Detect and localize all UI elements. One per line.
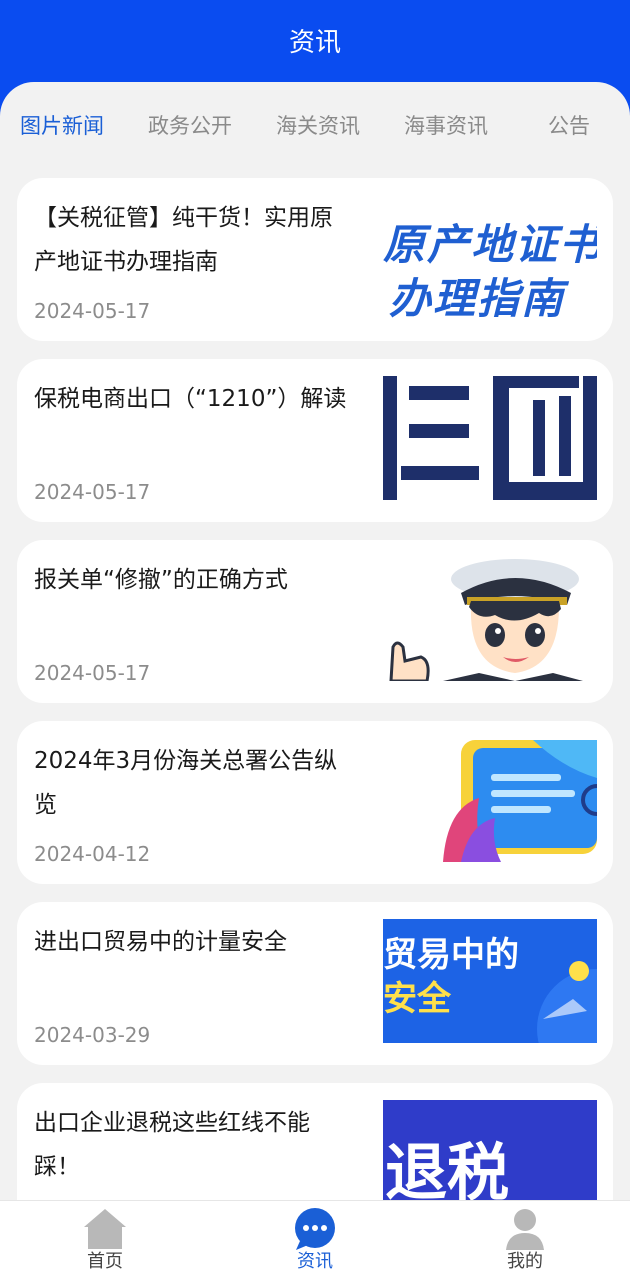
news-date: 2024-03-29 <box>34 1023 151 1047</box>
news-thumbnail <box>383 376 597 500</box>
thumbnail-caption: 原产地证书 <box>383 220 597 269</box>
news-card[interactable]: 报关单“修撤”的正确方式 2024-05-17 <box>17 540 613 703</box>
news-thumbnail <box>383 738 597 862</box>
content-sheet: 图片新闻 政务公开 海关资讯 海事资讯 公告 【关税征管】纯干货！实用原产地证书… <box>0 82 630 1280</box>
news-thumbnail: 贸易中的 安全 <box>383 919 597 1043</box>
news-date: 2024-05-17 <box>34 299 151 323</box>
tab-maritime-news[interactable]: 海事资讯 <box>404 110 488 140</box>
nav-news[interactable]: 资讯 <box>255 1201 375 1280</box>
nav-home-label: 首页 <box>87 1251 123 1272</box>
news-title: 出口企业退税这些红线不能踩！ <box>34 1110 310 1180</box>
news-title: 保税电商出口（“1210”）解读 <box>34 386 347 412</box>
news-card[interactable]: 【关税征管】纯干货！实用原产地证书办理指南 2024-05-17 原产地证书 办… <box>17 178 613 341</box>
news-card[interactable]: 进出口贸易中的计量安全 2024-03-29 贸易中的 安全 <box>17 902 613 1065</box>
news-title: 报关单“修撤”的正确方式 <box>34 567 288 593</box>
chat-bubble-icon <box>295 1208 335 1250</box>
tab-government-affairs[interactable]: 政务公开 <box>148 110 232 140</box>
thumbnail-caption: 退税 <box>385 1136 510 1209</box>
thumbnail-graphic <box>383 376 597 500</box>
news-title: 【关税征管】纯干货！实用原产地证书办理指南 <box>34 205 333 275</box>
tab-picture-news[interactable]: 图片新闻 <box>20 110 104 140</box>
thumbnail-caption: 安全 <box>383 979 451 1019</box>
thumbnail-caption: 办理指南 <box>389 274 566 319</box>
home-icon <box>84 1209 126 1249</box>
user-icon <box>506 1209 544 1250</box>
news-card[interactable]: 2024年3月份海关总署公告纵览 2024-04-12 <box>17 721 613 884</box>
page-title: 资讯 <box>288 28 341 58</box>
nav-home[interactable]: 首页 <box>45 1201 165 1280</box>
news-title: 2024年3月份海关总署公告纵览 <box>34 748 338 818</box>
news-date: 2024-04-12 <box>34 842 151 866</box>
nav-mine[interactable]: 我的 <box>465 1201 585 1280</box>
bottom-navigation: 首页 资讯 我的 <box>0 1200 630 1280</box>
news-date: 2024-05-17 <box>34 480 151 504</box>
news-date: 2024-05-17 <box>34 661 151 685</box>
customs-officer-illustration <box>383 557 597 681</box>
news-thumbnail <box>383 557 597 681</box>
tab-announcements[interactable]: 公告 <box>548 110 590 140</box>
thumbnail-caption: 贸易中的 <box>383 935 519 975</box>
nav-mine-label: 我的 <box>507 1251 543 1272</box>
tab-customs-news[interactable]: 海关资讯 <box>276 110 360 140</box>
news-title: 进出口贸易中的计量安全 <box>34 929 287 955</box>
category-tabs: 图片新闻 政务公开 海关资讯 海事资讯 公告 <box>0 82 630 168</box>
nav-news-label: 资讯 <box>297 1251 333 1272</box>
announcement-illustration <box>383 738 597 862</box>
news-thumbnail: 原产地证书 办理指南 <box>383 195 597 319</box>
news-card[interactable]: 保税电商出口（“1210”）解读 2024-05-17 <box>17 359 613 522</box>
